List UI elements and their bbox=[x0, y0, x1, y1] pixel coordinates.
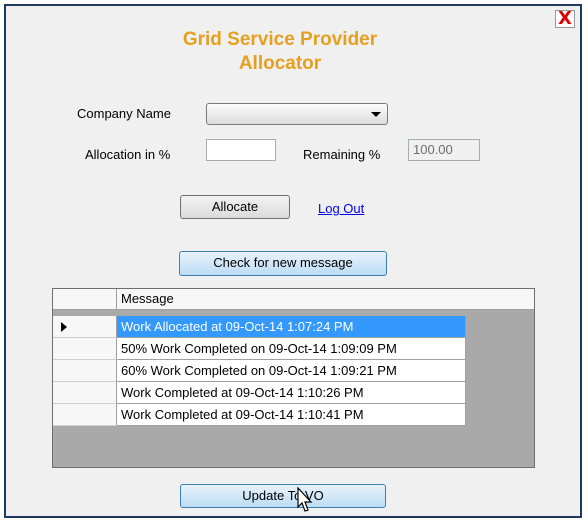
row-header[interactable] bbox=[53, 382, 117, 404]
table-row[interactable]: 60% Work Completed on 09-Oct-14 1:09:21 … bbox=[53, 360, 534, 382]
remaining-field: 100.00 bbox=[408, 139, 480, 161]
title-line-2: Allocator bbox=[238, 53, 322, 74]
check-messages-button[interactable]: Check for new message bbox=[179, 251, 387, 276]
title-line-1: Grid Service Provider bbox=[182, 29, 378, 50]
allocation-label: Allocation in % bbox=[85, 147, 171, 162]
close-icon: X bbox=[558, 8, 572, 29]
table-row[interactable]: Work Completed at 09-Oct-14 1:10:41 PM bbox=[53, 404, 534, 426]
update-vo-button[interactable]: Update To VO bbox=[180, 484, 386, 508]
company-name-dropdown[interactable] bbox=[206, 103, 388, 125]
table-row[interactable]: Work Completed at 09-Oct-14 1:10:26 PM bbox=[53, 382, 534, 404]
row-header[interactable] bbox=[53, 316, 117, 338]
close-button[interactable]: X bbox=[555, 10, 575, 28]
allocation-input[interactable] bbox=[206, 139, 276, 161]
message-column-header[interactable]: Message bbox=[121, 291, 174, 306]
row-header[interactable] bbox=[53, 338, 117, 360]
grid-header: Message bbox=[53, 289, 534, 310]
table-row[interactable]: Work Allocated at 09-Oct-14 1:07:24 PM bbox=[53, 316, 534, 338]
row-header[interactable] bbox=[53, 360, 117, 382]
company-name-label: Company Name bbox=[77, 106, 171, 121]
row-header[interactable] bbox=[53, 404, 117, 426]
table-row[interactable]: 50% Work Completed on 09-Oct-14 1:09:09 … bbox=[53, 338, 534, 360]
chevron-down-icon bbox=[371, 112, 381, 117]
message-cell[interactable]: 50% Work Completed on 09-Oct-14 1:09:09 … bbox=[117, 338, 466, 360]
row-header-corner bbox=[53, 289, 117, 309]
page-title: Grid Service Provider Allocator bbox=[130, 28, 430, 76]
allocate-button[interactable]: Allocate bbox=[180, 195, 290, 219]
mouse-pointer-icon bbox=[297, 487, 313, 512]
message-cell[interactable]: 60% Work Completed on 09-Oct-14 1:09:21 … bbox=[117, 360, 466, 382]
logout-link[interactable]: Log Out bbox=[318, 201, 364, 216]
message-cell[interactable]: Work Allocated at 09-Oct-14 1:07:24 PM bbox=[117, 316, 466, 338]
message-cell[interactable]: Work Completed at 09-Oct-14 1:10:26 PM bbox=[117, 382, 466, 404]
remaining-label: Remaining % bbox=[303, 147, 381, 162]
message-cell[interactable]: Work Completed at 09-Oct-14 1:10:41 PM bbox=[117, 404, 466, 426]
message-grid[interactable]: Message Work Allocated at 09-Oct-14 1:07… bbox=[52, 288, 535, 468]
current-row-icon bbox=[61, 322, 67, 332]
